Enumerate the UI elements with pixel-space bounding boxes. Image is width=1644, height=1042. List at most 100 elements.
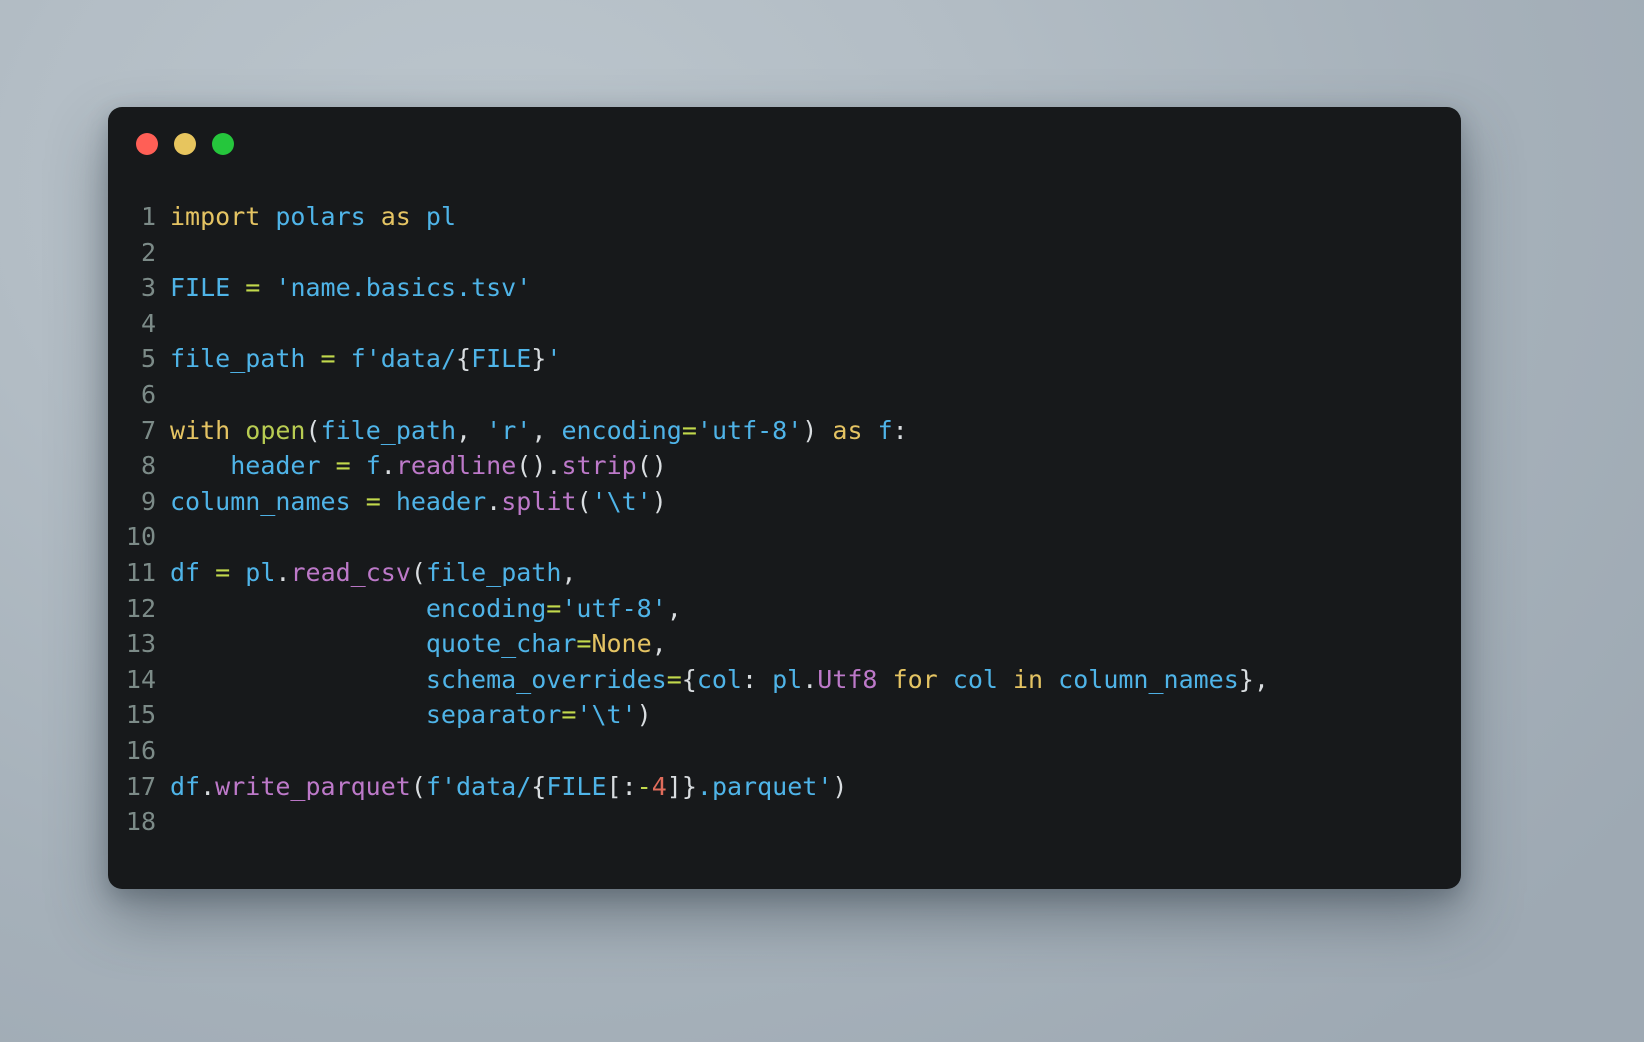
code-line: 9 column_names = header.split('\t') <box>108 484 1461 520</box>
code-content[interactable]: 1 import polars as pl 2 3 FILE = 'name.basic… <box>108 199 1461 840</box>
code-token: = <box>546 593 562 623</box>
code-token: ) <box>802 415 818 445</box>
code-token: column_names <box>1058 664 1239 694</box>
code-token: encoding <box>425 593 547 623</box>
code-token: readline <box>395 451 517 481</box>
code-line: 11 df = pl.read_csv(file_path, <box>108 555 1461 591</box>
code-token: 'utf-8' <box>696 415 803 445</box>
code-editor-window: 1 import polars as pl 2 3 FILE = 'name.basic… <box>108 107 1461 889</box>
line-number: 11 <box>125 557 156 587</box>
line-number: 1 <box>140 202 156 231</box>
code-token: , <box>1253 664 1269 694</box>
code-token: = <box>561 700 577 730</box>
code-token: ' <box>546 344 562 374</box>
code-token: - <box>636 771 652 801</box>
code-line: 8 header = f.readline().strip() <box>108 448 1461 484</box>
code-token: separator <box>425 700 562 730</box>
code-line: 14 schema_overrides={col: pl.Utf8 for co… <box>108 662 1461 698</box>
code-token: df <box>170 557 201 587</box>
code-token: = <box>365 486 381 516</box>
code-token: = <box>576 629 592 659</box>
code-line: 2 <box>108 235 1461 271</box>
code-token: : <box>741 664 758 694</box>
minimize-button[interactable] <box>174 133 196 155</box>
code-token: . <box>486 486 502 516</box>
maximize-button[interactable] <box>212 133 234 155</box>
code-token: ) <box>832 771 848 801</box>
code-line: 1 import polars as pl <box>108 199 1461 235</box>
code-token: as <box>832 415 863 445</box>
code-token: for <box>892 664 938 694</box>
code-line: 17 df.write_parquet(f'data/{FILE[:-4]}.pa… <box>108 769 1461 805</box>
code-token: strip <box>561 451 637 481</box>
line-number: 13 <box>125 629 156 659</box>
code-token: encoding <box>561 415 682 445</box>
code-token: : <box>892 415 908 445</box>
code-token: , <box>531 415 547 445</box>
code-token: [: <box>606 771 637 801</box>
code-token: read_csv <box>290 557 411 587</box>
line-number: 16 <box>125 735 156 765</box>
code-line: 15 separator='\t') <box>108 697 1461 733</box>
code-token: header <box>395 486 487 516</box>
code-token: = <box>666 664 682 694</box>
code-token: . <box>546 451 562 481</box>
code-token: as <box>380 202 411 231</box>
code-token: , <box>561 557 577 587</box>
code-token: f <box>877 415 893 445</box>
line-number: 17 <box>125 771 156 801</box>
close-button[interactable] <box>136 133 158 155</box>
code-token: ( <box>410 771 426 801</box>
code-token: = <box>320 344 336 374</box>
code-token: quote_char <box>425 629 577 659</box>
code-token: column_names <box>170 486 351 516</box>
code-token: .parquet' <box>696 771 833 801</box>
code-token: Utf8 <box>817 664 878 694</box>
code-line: 6 <box>108 377 1461 413</box>
code-token: . <box>380 451 396 481</box>
code-token: ) <box>651 486 667 516</box>
code-token: pl <box>772 664 803 694</box>
code-token: pl <box>245 557 276 587</box>
code-token: '\t' <box>576 700 637 730</box>
code-token: FILE <box>471 344 532 374</box>
code-token: } <box>681 771 697 801</box>
code-token: FILE <box>546 771 607 801</box>
code-token: f'data/ <box>350 344 457 374</box>
code-token: col <box>952 664 998 694</box>
code-token: ( <box>576 486 592 516</box>
code-token: } <box>531 344 547 374</box>
code-token: col <box>696 664 742 694</box>
code-token: . <box>200 771 216 801</box>
line-number: 2 <box>140 237 156 267</box>
line-number: 3 <box>140 273 156 303</box>
code-token: pl <box>425 202 457 231</box>
code-token: 'name.basics.tsv' <box>275 273 532 303</box>
code-token: file_path <box>320 415 457 445</box>
code-token: { <box>456 344 472 374</box>
code-token: . <box>802 664 818 694</box>
code-token: None <box>591 629 652 659</box>
code-token: { <box>681 664 697 694</box>
line-number: 7 <box>140 415 156 445</box>
code-token: import <box>170 202 261 231</box>
